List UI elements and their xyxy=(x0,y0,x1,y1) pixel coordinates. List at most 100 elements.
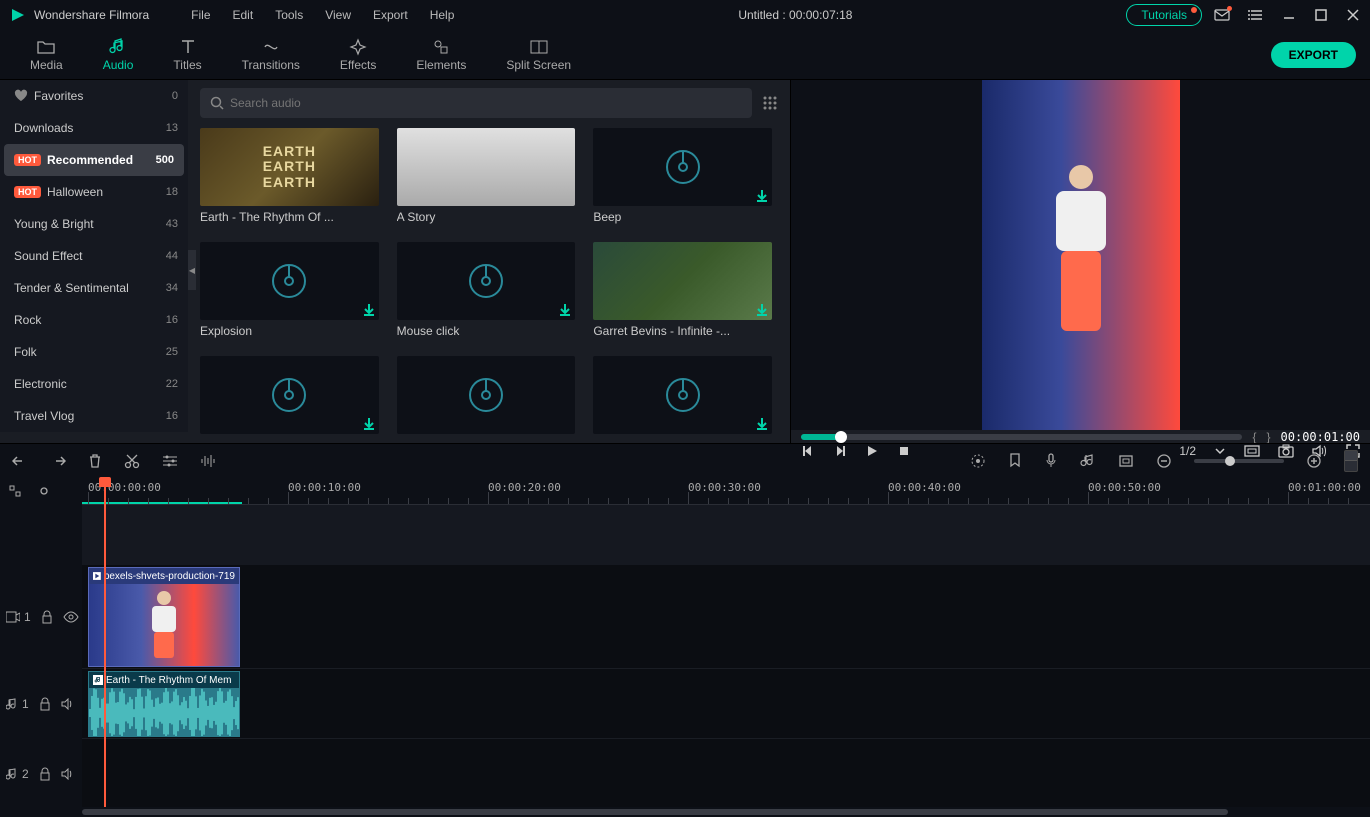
download-icon[interactable] xyxy=(755,189,769,203)
minimize-icon[interactable] xyxy=(1282,8,1296,22)
audio-track-icon[interactable] xyxy=(6,767,18,781)
sidebar-item-recommended[interactable]: HOT Recommended 500 xyxy=(4,144,184,176)
sidebar-item-sound-effect[interactable]: Sound Effect 44 xyxy=(0,240,188,272)
empty-track-area[interactable] xyxy=(82,505,1370,565)
close-icon[interactable] xyxy=(1346,8,1360,22)
lock-icon[interactable] xyxy=(39,697,51,711)
menu-help[interactable]: Help xyxy=(420,4,465,26)
audio-item-garret[interactable]: Garret Bevins - Infinite -... xyxy=(593,242,772,338)
category-sidebar[interactable]: Favorites 0 Downloads 13 HOT Recommended… xyxy=(0,80,188,432)
audio-track-2[interactable] xyxy=(82,739,1370,807)
sidebar-item-tender[interactable]: Tender & Sentimental 34 xyxy=(0,272,188,304)
tab-titles[interactable]: Titles xyxy=(153,34,221,76)
grid-view-icon[interactable] xyxy=(762,95,778,111)
undo-icon[interactable] xyxy=(12,454,28,468)
tab-media[interactable]: Media xyxy=(10,34,83,76)
lock-icon[interactable] xyxy=(39,767,51,781)
crop-icon[interactable] xyxy=(1118,454,1134,468)
tutorials-button[interactable]: Tutorials xyxy=(1126,4,1202,26)
menu-view[interactable]: View xyxy=(315,4,361,26)
audio-item-explosion[interactable]: Explosion xyxy=(200,242,379,338)
scrub-track[interactable] xyxy=(801,434,1242,440)
render-icon[interactable] xyxy=(970,453,986,469)
menu-export[interactable]: Export xyxy=(363,4,418,26)
download-icon[interactable] xyxy=(755,417,769,431)
redo-icon[interactable] xyxy=(50,454,66,468)
tab-transitions[interactable]: Transitions xyxy=(222,34,320,76)
menu-edit[interactable]: Edit xyxy=(223,4,264,26)
audio-item-earth[interactable]: EARTH EARTH EARTH Earth - The Rhythm Of … xyxy=(200,128,379,224)
video-track-header: 1 xyxy=(0,565,82,669)
video-clip[interactable]: pexels-shvets-production-719 xyxy=(88,567,240,667)
sidebar-item-favorites[interactable]: Favorites 0 xyxy=(0,80,188,112)
eye-icon[interactable] xyxy=(63,611,79,623)
tracks-area[interactable]: 00:00:00:00 00:00:10:00 00:00:20:00 00:0… xyxy=(82,477,1370,807)
scrollbar-thumb[interactable] xyxy=(82,809,1228,815)
time-ruler[interactable]: 00:00:00:00 00:00:10:00 00:00:20:00 00:0… xyxy=(82,477,1370,505)
tab-effects[interactable]: Effects xyxy=(320,34,396,76)
tab-elements[interactable]: Elements xyxy=(396,34,486,76)
tab-audio[interactable]: Audio xyxy=(83,34,154,76)
sidebar-item-rock[interactable]: Rock 16 xyxy=(0,304,188,336)
video-track-1[interactable]: pexels-shvets-production-719 xyxy=(82,565,1370,669)
tab-label: Titles xyxy=(173,58,201,72)
lock-icon[interactable] xyxy=(41,610,53,624)
zoom-in-icon[interactable] xyxy=(1306,453,1322,469)
align-icon[interactable] xyxy=(8,484,22,498)
zoom-slider[interactable] xyxy=(1194,459,1284,463)
timeline-mode-button[interactable] xyxy=(1344,450,1358,472)
mute-icon[interactable] xyxy=(61,698,75,710)
download-icon[interactable] xyxy=(558,303,572,317)
timeline-scrollbar[interactable] xyxy=(0,807,1370,817)
delete-icon[interactable] xyxy=(88,453,102,469)
sidebar-item-electronic[interactable]: Electronic 22 xyxy=(0,368,188,400)
sidebar-collapse-icon[interactable]: ◀ xyxy=(188,250,196,290)
audio-grid[interactable]: EARTH EARTH EARTH Earth - The Rhythm Of … xyxy=(200,128,778,434)
audio-item-beep[interactable]: Beep xyxy=(593,128,772,224)
clip-label: Earth - The Rhythm Of Mem xyxy=(106,675,231,686)
audio-track-icon[interactable] xyxy=(6,697,18,711)
search-box[interactable] xyxy=(200,88,752,118)
mute-icon[interactable] xyxy=(61,768,75,780)
audio-track-1[interactable]: Earth - The Rhythm Of Mem xyxy=(82,669,1370,739)
download-icon[interactable] xyxy=(755,303,769,317)
scrub-knob[interactable] xyxy=(835,431,847,443)
export-button[interactable]: EXPORT xyxy=(1271,42,1356,68)
audio-item-mouse-click[interactable]: Mouse click xyxy=(397,242,576,338)
sidebar-item-label: Travel Vlog xyxy=(14,409,166,423)
list-icon[interactable] xyxy=(1248,8,1264,22)
menu-tools[interactable]: Tools xyxy=(265,4,313,26)
zoom-out-icon[interactable] xyxy=(1156,453,1172,469)
mark-in-icon[interactable]: { xyxy=(1252,430,1256,444)
download-icon[interactable] xyxy=(362,303,376,317)
adjust-icon[interactable] xyxy=(162,454,178,468)
video-track-icon[interactable] xyxy=(6,611,20,623)
split-clip-icon[interactable] xyxy=(124,453,140,469)
mark-out-icon[interactable]: } xyxy=(1267,430,1271,444)
search-input[interactable] xyxy=(230,96,742,110)
tab-split-screen[interactable]: Split Screen xyxy=(486,34,591,76)
marker-icon[interactable] xyxy=(1008,453,1022,469)
preview-viewport[interactable] xyxy=(791,80,1370,430)
sidebar-item-travel-vlog[interactable]: Travel Vlog 16 xyxy=(0,400,188,432)
sidebar-item-young-bright[interactable]: Young & Bright 43 xyxy=(0,208,188,240)
maximize-icon[interactable] xyxy=(1314,8,1328,22)
download-icon[interactable] xyxy=(362,417,376,431)
audio-clip[interactable]: Earth - The Rhythm Of Mem xyxy=(88,671,240,737)
mail-icon[interactable] xyxy=(1214,8,1230,22)
playhead[interactable] xyxy=(104,477,106,807)
menu-file[interactable]: File xyxy=(181,4,220,26)
sidebar-item-downloads[interactable]: Downloads 13 xyxy=(0,112,188,144)
audio-item-story[interactable]: A Story xyxy=(397,128,576,224)
audio-item[interactable] xyxy=(397,356,576,434)
sidebar-item-halloween[interactable]: HOT Halloween 18 xyxy=(0,176,188,208)
audio-mixing-icon[interactable] xyxy=(1080,453,1096,469)
voiceover-icon[interactable] xyxy=(1044,453,1058,469)
link-icon[interactable] xyxy=(36,485,52,497)
tab-label: Split Screen xyxy=(506,58,571,72)
zoom-knob[interactable] xyxy=(1225,456,1235,466)
sidebar-item-folk[interactable]: Folk 25 xyxy=(0,336,188,368)
audio-waveform-icon[interactable] xyxy=(200,454,218,468)
audio-item[interactable] xyxy=(593,356,772,434)
audio-item[interactable] xyxy=(200,356,379,434)
